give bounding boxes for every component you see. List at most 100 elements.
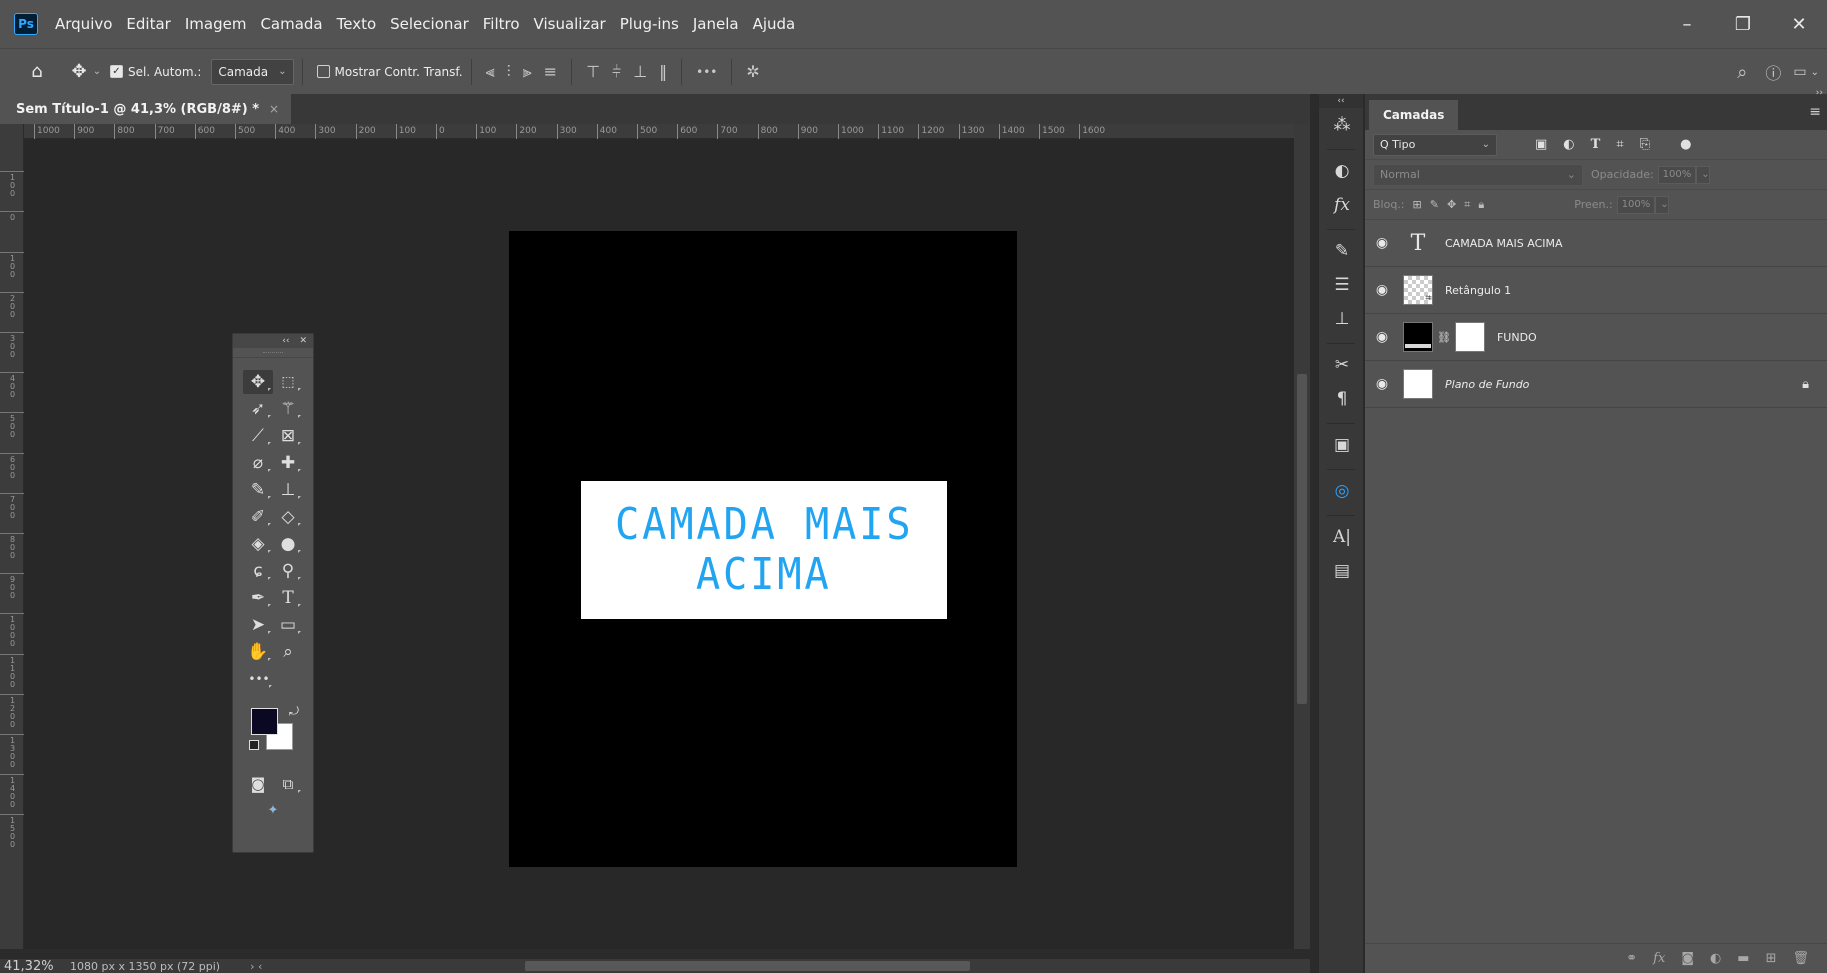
add-mask-icon[interactable]: ◙ — [1681, 951, 1694, 966]
chevron-down-icon[interactable]: ⌄ — [1655, 195, 1670, 214]
eyedropper-icon[interactable]: ⌀ — [243, 451, 273, 475]
filter-adjustment-icon[interactable]: ◐ — [1563, 137, 1574, 152]
document-canvas[interactable]: CAMADA MAIS ACIMA — [509, 231, 1017, 867]
layer-style-icon[interactable]: fx — [1653, 951, 1665, 966]
menu-visualizar[interactable]: Visualizar — [527, 0, 613, 48]
layer-row-fundo[interactable]: ◉ ⛓ FUNDO — [1365, 314, 1827, 361]
lock-position-icon[interactable]: ✥ — [1447, 198, 1456, 211]
horizontal-scrollbar-thumb[interactable] — [525, 961, 970, 971]
crop-icon[interactable]: ⟋ — [243, 424, 273, 448]
horizontal-ruler[interactable]: 1000 900 800 700 600 500 400 300 200 100 0 100 200 30… — [24, 124, 1304, 139]
path-selection-icon[interactable]: ➤ — [243, 613, 273, 637]
brushes-panel-icon[interactable]: ✎ — [1319, 234, 1365, 268]
new-layer-icon[interactable]: ⊞ — [1766, 951, 1777, 966]
menu-imagem[interactable]: Imagem — [178, 0, 254, 48]
workspace-icon[interactable]: ▭ — [1793, 64, 1806, 80]
restore-button[interactable]: ❐ — [1715, 0, 1771, 48]
hand-icon[interactable]: ✋ — [243, 640, 273, 664]
new-group-icon[interactable]: ▬ — [1737, 951, 1749, 966]
zoom-icon[interactable]: ⌕ — [273, 640, 303, 664]
chevron-down-icon[interactable]: ⌄ — [1811, 67, 1819, 78]
align-right-icon[interactable]: ⫸ — [523, 62, 532, 82]
chevron-down-icon[interactable]: ⌄ — [1696, 165, 1711, 184]
eye-icon[interactable]: ◉ — [1365, 376, 1399, 392]
blend-mode-dropdown[interactable]: Normal ⌄ — [1373, 163, 1583, 186]
filter-toggle-icon[interactable]: ● — [1680, 137, 1691, 152]
align-top-icon[interactable]: ⊤ — [586, 62, 600, 81]
lock-artboard-icon[interactable]: ⌗ — [1464, 198, 1470, 212]
fill-input[interactable]: 100% — [1616, 195, 1656, 214]
menu-janela[interactable]: Janela — [686, 0, 746, 48]
dodge-icon[interactable]: ɕ — [243, 559, 273, 583]
filter-pixel-icon[interactable]: ▣ — [1535, 137, 1547, 152]
layer-row-text[interactable]: ◉ T CAMADA MAIS ACIMA — [1365, 220, 1827, 267]
layer-row-rectangle[interactable]: ◉ ⌗ Retângulo 1 — [1365, 267, 1827, 314]
history-brush-icon[interactable]: ✐ — [243, 505, 273, 529]
frame-icon[interactable]: ⊠ — [273, 424, 303, 448]
healing-brush-icon[interactable]: ✚ — [273, 451, 303, 475]
lasso-icon[interactable]: ➶ — [243, 397, 273, 421]
swap-colors-icon[interactable]: ⤾ — [289, 704, 299, 719]
close-icon[interactable]: × — [269, 102, 279, 116]
expand-icon[interactable]: ›› — [1816, 88, 1823, 98]
link-layers-icon[interactable]: ⚭ — [1626, 951, 1637, 966]
status-nav-arrows[interactable]: › ‹ — [250, 960, 262, 973]
brush-icon[interactable]: ✎ — [243, 478, 273, 502]
adjustment-layer-icon[interactable]: ◐ — [1710, 951, 1721, 966]
distribute-horizontal-icon[interactable]: ≡ — [544, 62, 557, 81]
layer-filter-dropdown[interactable]: Q Tipo ⌄ — [1373, 133, 1497, 156]
document-tab[interactable]: Sem Título-1 @ 41,3% (RGB/8#) * × — [0, 94, 292, 124]
canvas-workspace[interactable]: CAMADA MAIS ACIMA — [24, 139, 1304, 949]
filter-type-icon[interactable]: T — [1591, 137, 1601, 152]
eye-icon[interactable]: ◉ — [1365, 282, 1399, 298]
generative-fill-icon[interactable]: ✦ — [258, 799, 288, 823]
lock-icon[interactable]: 🔒︎ — [1802, 377, 1809, 392]
link-icon[interactable]: ⛓ — [1437, 331, 1451, 344]
properties-panel-icon[interactable]: ▣ — [1319, 428, 1365, 462]
lock-transparent-icon[interactable]: ⊞ — [1413, 198, 1422, 211]
default-colors-icon[interactable] — [249, 740, 259, 750]
eraser-icon[interactable]: ◇ — [273, 505, 303, 529]
burn-icon[interactable]: ⚲ — [273, 559, 303, 583]
paragraph-panel-icon[interactable]: ¶ — [1319, 382, 1365, 416]
color-panel-icon[interactable]: ◎ — [1319, 474, 1365, 508]
vertical-ruler[interactable]: 100 0 100 200 300 400 500 600 700 800 900 1000 1100 1… — [0, 124, 24, 949]
magic-wand-icon[interactable]: ⚚ — [273, 397, 303, 421]
home-icon[interactable]: ⌂ — [26, 49, 48, 95]
blur-icon[interactable]: ● — [273, 532, 303, 556]
menu-editar[interactable]: Editar — [119, 0, 177, 48]
menu-ajuda[interactable]: Ajuda — [746, 0, 803, 48]
move-tool-icon[interactable]: ✥ — [68, 49, 90, 95]
align-left-icon[interactable]: ⫷ — [486, 62, 495, 82]
eye-icon[interactable]: ◉ — [1365, 235, 1399, 251]
layer-row-background[interactable]: ◉ Plano de Fundo 🔒︎ — [1365, 361, 1827, 408]
rectangle-tool-icon[interactable]: ▭ — [273, 613, 303, 637]
paint-bucket-icon[interactable]: ◈ — [243, 532, 273, 556]
collapse-icon[interactable]: ‹‹ — [1319, 94, 1363, 108]
align-horizontal-center-icon[interactable]: ⫶ — [507, 62, 511, 82]
show-transform-checkbox[interactable]: Mostrar Contr. Transf. — [316, 65, 463, 79]
history-panel-icon[interactable]: ⁂ — [1319, 108, 1365, 142]
edit-toolbar-icon[interactable]: ••• — [244, 667, 274, 691]
close-button[interactable]: ✕ — [1771, 0, 1827, 48]
brush-settings-icon[interactable]: ☰ — [1319, 268, 1365, 302]
quick-mask-icon[interactable]: ◙ — [243, 772, 273, 796]
layer-mask-thumbnail[interactable] — [1454, 322, 1485, 352]
clone-stamp-icon[interactable]: ⊥ — [273, 478, 303, 502]
eye-icon[interactable]: ◉ — [1365, 329, 1399, 345]
libraries-panel-icon[interactable]: ▤ — [1319, 554, 1365, 588]
tools-panel-header[interactable]: ‹‹ ✕ — [233, 334, 313, 348]
distribute-vertical-icon[interactable]: ‖ — [659, 62, 667, 81]
menu-filtro[interactable]: Filtro — [476, 0, 527, 48]
pen-icon[interactable]: ✒ — [243, 586, 273, 610]
auto-select-checkbox[interactable]: ✓ Sel. Autom.: — [110, 65, 201, 79]
clone-source-icon[interactable]: ⊥ — [1319, 302, 1365, 336]
menu-selecionar[interactable]: Selecionar — [383, 0, 476, 48]
white-rectangle-layer[interactable]: CAMADA MAIS ACIMA — [581, 481, 947, 619]
move-tool-icon[interactable]: ✥ — [243, 369, 273, 394]
gear-icon[interactable]: ✲ — [746, 62, 759, 81]
menu-arquivo[interactable]: Arquivo — [48, 0, 119, 48]
vertical-scrollbar-thumb[interactable] — [1297, 374, 1307, 704]
menu-plugins[interactable]: Plug-ins — [613, 0, 686, 48]
menu-texto[interactable]: Texto — [330, 0, 384, 48]
